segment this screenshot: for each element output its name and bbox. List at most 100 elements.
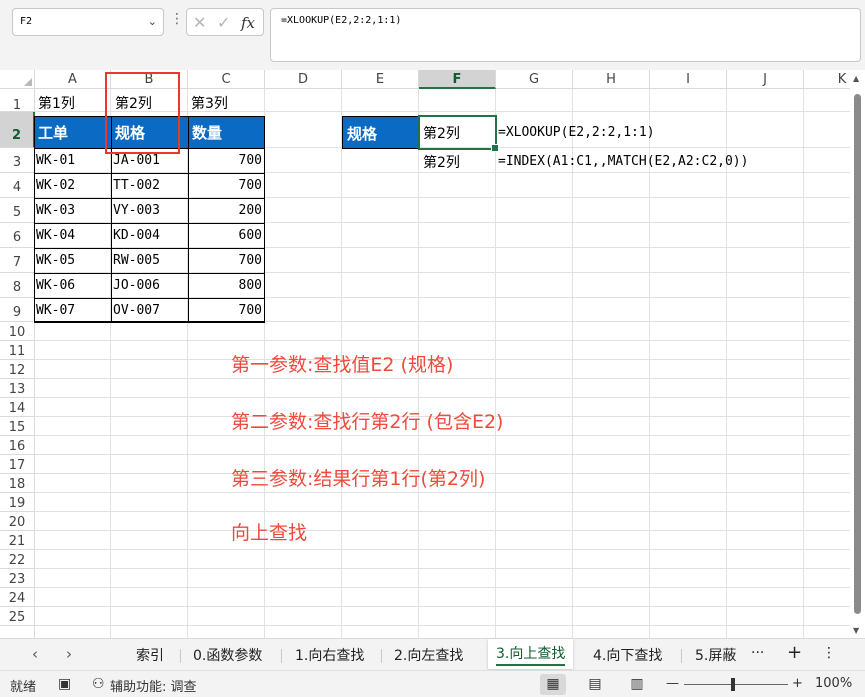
row-header-10[interactable]: 10 bbox=[0, 322, 35, 341]
tab-function-params[interactable]: 0.函数参数 bbox=[193, 645, 262, 665]
zoom-in-button[interactable]: + bbox=[792, 676, 803, 691]
row-header-12[interactable]: 12 bbox=[0, 360, 35, 379]
cell-a6[interactable]: WK-04 bbox=[36, 228, 75, 243]
column-header-k[interactable]: K bbox=[804, 70, 850, 89]
row-header-7[interactable]: 7 bbox=[0, 248, 35, 273]
name-box[interactable]: F2 ⌄ bbox=[12, 8, 164, 36]
row-header-9[interactable]: 9 bbox=[0, 298, 35, 322]
row-header-3[interactable]: 3 bbox=[0, 148, 35, 173]
cancel-icon[interactable]: ✕ bbox=[193, 13, 206, 32]
cell-a1[interactable]: 第1列 bbox=[38, 93, 75, 113]
row-header-15[interactable]: 15 bbox=[0, 417, 35, 436]
tab-lookup-left[interactable]: 2.向左查找 bbox=[394, 645, 463, 665]
cell-e2[interactable]: 规格 bbox=[342, 116, 419, 149]
page-break-view-icon[interactable]: ▥ bbox=[624, 674, 650, 695]
cell-b5[interactable]: VY-003 bbox=[113, 203, 160, 218]
cell-b3[interactable]: JA-001 bbox=[113, 153, 160, 168]
row-header-14[interactable]: 14 bbox=[0, 398, 35, 417]
scrollbar-thumb[interactable] bbox=[854, 94, 861, 614]
row-header-25[interactable]: 25 bbox=[0, 607, 35, 626]
tab-lookup-down[interactable]: 4.向下查找 bbox=[593, 645, 662, 665]
accessibility-status[interactable]: 辅助功能: 调查 bbox=[110, 676, 197, 695]
tab-lookup-up[interactable]: 3.向上查找 bbox=[488, 639, 574, 669]
row-header-4[interactable]: 4 bbox=[0, 173, 35, 198]
column-header-f[interactable]: F bbox=[419, 70, 496, 89]
row-header-18[interactable]: 18 bbox=[0, 474, 35, 493]
normal-view-icon[interactable]: ▦ bbox=[540, 674, 566, 695]
row-header-11[interactable]: 11 bbox=[0, 341, 35, 360]
column-header-e[interactable]: E bbox=[342, 70, 419, 89]
row-header-5[interactable]: 5 bbox=[0, 198, 35, 223]
cell-c9[interactable]: 700 bbox=[188, 303, 262, 318]
column-header-j[interactable]: J bbox=[727, 70, 804, 89]
row-header-19[interactable]: 19 bbox=[0, 493, 35, 512]
row-header-26[interactable] bbox=[0, 626, 35, 638]
insert-function-icon[interactable]: fx bbox=[241, 14, 255, 32]
row-header-20[interactable]: 20 bbox=[0, 512, 35, 531]
active-cell-cursor[interactable] bbox=[418, 115, 499, 152]
tab-lookup-right[interactable]: 1.向右查找 bbox=[295, 645, 364, 665]
column-header-h[interactable]: H bbox=[573, 70, 650, 89]
row-header-6[interactable]: 6 bbox=[0, 223, 35, 248]
cell-a5[interactable]: WK-03 bbox=[36, 203, 75, 218]
row-header-21[interactable]: 21 bbox=[0, 531, 35, 550]
row-header-13[interactable]: 13 bbox=[0, 379, 35, 398]
cell-g3[interactable]: =INDEX(A1:C1,,MATCH(E2,A2:C2,0)) bbox=[498, 154, 748, 169]
tab-prev-icon[interactable]: ‹ bbox=[32, 645, 38, 663]
vertical-scrollbar[interactable]: ▲ ▼ bbox=[850, 70, 865, 638]
zoom-slider-thumb[interactable] bbox=[731, 678, 735, 691]
row-header-16[interactable]: 16 bbox=[0, 436, 35, 455]
add-sheet-icon[interactable]: + bbox=[787, 642, 802, 663]
scroll-up-icon[interactable]: ▲ bbox=[853, 74, 859, 83]
zoom-out-button[interactable]: — bbox=[666, 676, 679, 691]
row-header-22[interactable]: 22 bbox=[0, 550, 35, 569]
formula-input[interactable]: =XLOOKUP(E2,2:2,1:1) bbox=[270, 8, 861, 62]
cell-f3[interactable]: 第2列 bbox=[423, 152, 460, 172]
zoom-level[interactable]: 100% bbox=[815, 676, 852, 691]
row-header-2[interactable]: 2 bbox=[0, 112, 35, 148]
check-icon[interactable]: ✓ bbox=[217, 13, 230, 32]
macro-record-icon[interactable]: ▣ bbox=[58, 676, 71, 692]
row-header-24[interactable]: 24 bbox=[0, 588, 35, 607]
column-header-i[interactable]: I bbox=[650, 70, 727, 89]
tab-next-icon[interactable]: › bbox=[66, 645, 72, 663]
chevron-down-icon[interactable]: ⌄ bbox=[148, 15, 157, 28]
cell-a4[interactable]: WK-02 bbox=[36, 178, 75, 193]
more-tabs-icon[interactable]: ··· bbox=[751, 645, 764, 661]
row-header-17[interactable]: 17 bbox=[0, 455, 35, 474]
accessibility-icon[interactable]: ⚇ bbox=[92, 676, 105, 692]
tab-menu-icon[interactable]: ⋮ bbox=[822, 645, 836, 661]
column-header-d[interactable]: D bbox=[265, 70, 342, 89]
cell-c1[interactable]: 第3列 bbox=[191, 93, 228, 113]
column-header-g[interactable]: G bbox=[496, 70, 573, 89]
cell-c8[interactable]: 800 bbox=[188, 278, 262, 293]
zoom-slider[interactable] bbox=[684, 684, 788, 685]
column-header-c[interactable]: C bbox=[188, 70, 265, 89]
tab-index[interactable]: 索引 bbox=[136, 645, 164, 665]
cell-b6[interactable]: KD-004 bbox=[113, 228, 160, 243]
select-all-corner[interactable] bbox=[0, 70, 35, 89]
cell-a8[interactable]: WK-06 bbox=[36, 278, 75, 293]
cell-c6[interactable]: 600 bbox=[188, 228, 262, 243]
cell-b9[interactable]: OV-007 bbox=[113, 303, 160, 318]
worksheet[interactable]: A B C D E F G H I J K 1 2 3 4 5 6 7 8 9 … bbox=[0, 70, 850, 638]
cell-b4[interactable]: TT-002 bbox=[113, 178, 160, 193]
row-header-1[interactable]: 1 bbox=[0, 89, 35, 113]
cell-c3[interactable]: 700 bbox=[188, 153, 262, 168]
more-vertical-icon[interactable]: ⋮ bbox=[170, 12, 184, 26]
cell-c7[interactable]: 700 bbox=[188, 253, 262, 268]
cell-b7[interactable]: RW-005 bbox=[113, 253, 160, 268]
cell-a3[interactable]: WK-01 bbox=[36, 153, 75, 168]
page-layout-view-icon[interactable]: ▤ bbox=[582, 674, 608, 695]
cell-a9[interactable]: WK-07 bbox=[36, 303, 75, 318]
cell-g2[interactable]: =XLOOKUP(E2,2:2,1:1) bbox=[498, 125, 655, 140]
row-header-8[interactable]: 8 bbox=[0, 273, 35, 298]
column-header-a[interactable]: A bbox=[35, 70, 111, 89]
cell-c5[interactable]: 200 bbox=[188, 203, 262, 218]
scroll-down-icon[interactable]: ▼ bbox=[853, 626, 859, 635]
cell-c4[interactable]: 700 bbox=[188, 178, 262, 193]
cell-b8[interactable]: JO-006 bbox=[113, 278, 160, 293]
cell-a7[interactable]: WK-05 bbox=[36, 253, 75, 268]
row-header-23[interactable]: 23 bbox=[0, 569, 35, 588]
tab-mask[interactable]: 5.屏蔽 bbox=[695, 645, 745, 665]
